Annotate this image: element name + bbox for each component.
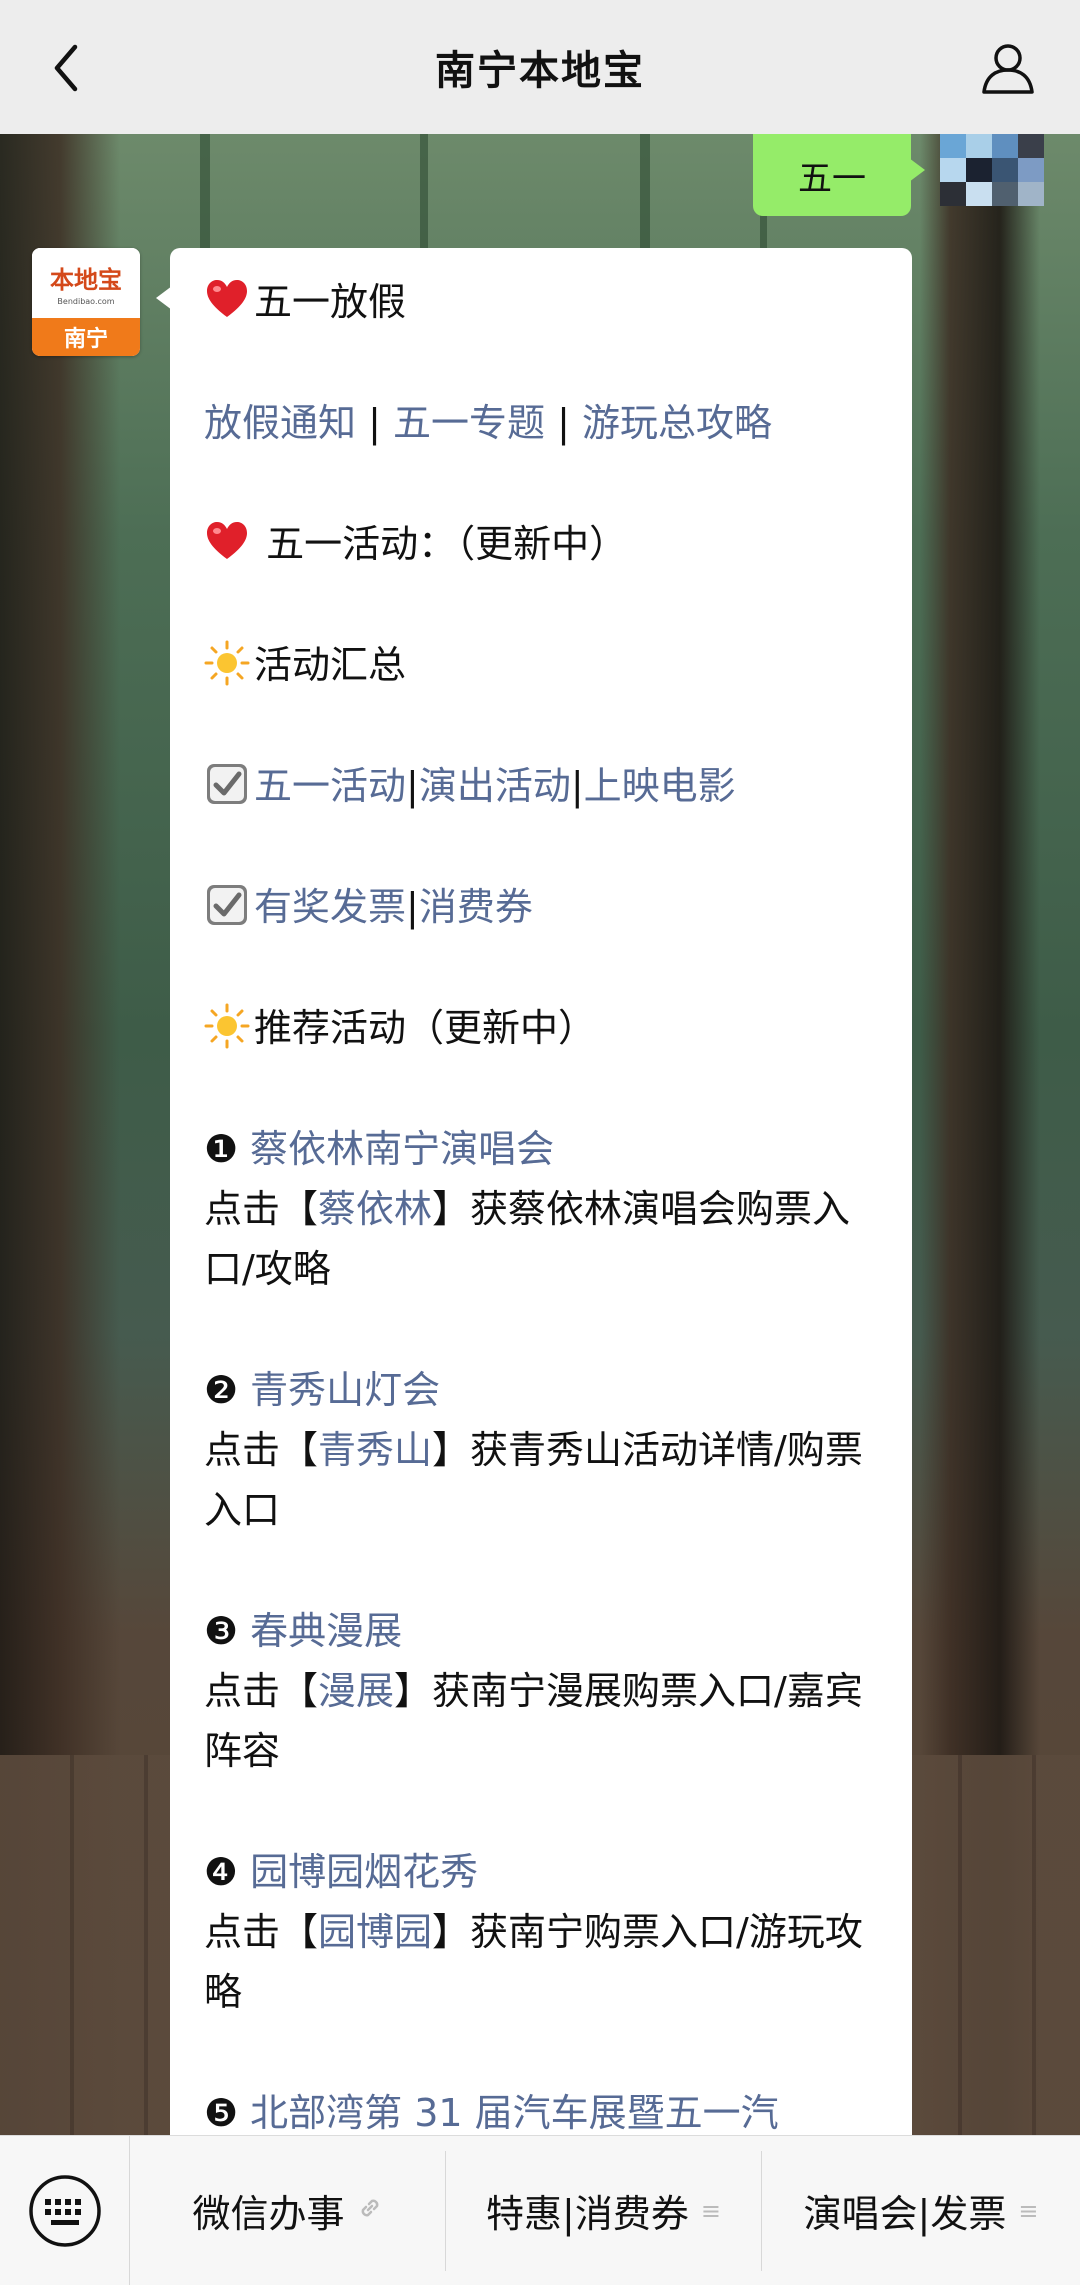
- links-row-1: 放假通知 | 五一专题 | 游玩总攻略: [204, 393, 882, 453]
- outgoing-message-text: 五一: [798, 158, 866, 199]
- sun-icon: [204, 1003, 250, 1049]
- item-number: ❹: [204, 1850, 239, 1894]
- incoming-message-bubble: 五一放假 放假通知 | 五一专题 | 游玩总攻略 五一活动：（更新中） 活动汇总…: [156, 248, 912, 2148]
- separator: |: [406, 764, 419, 808]
- item-title-link[interactable]: 园博园烟花秀: [250, 1850, 478, 1894]
- menu-label: 特惠|消费券: [486, 2192, 689, 2236]
- separator: |: [570, 764, 584, 808]
- item-title-link[interactable]: 春典漫展: [250, 1609, 402, 1653]
- item-keyword-link[interactable]: 蔡依林: [318, 1187, 432, 1231]
- bottom-menu-bar: 微信办事 特惠|消费券 ≡ 演唱会|发票 ≡: [0, 2135, 1080, 2285]
- link-holiday-notice[interactable]: 放假通知: [204, 401, 356, 445]
- item-title-link[interactable]: 蔡依林南宁演唱会: [250, 1127, 554, 1171]
- link-mayday-activities[interactable]: 五一活动: [254, 764, 406, 808]
- separator: |: [368, 401, 381, 445]
- links-row-2: 五一活动|演出活动|上映电影: [204, 756, 882, 816]
- separator: |: [406, 885, 419, 929]
- heading-activities: 五一活动：（更新中）: [204, 514, 882, 574]
- heading-holiday-text: 五一放假: [254, 280, 407, 324]
- links-row-3: 有奖发票|消费券: [204, 877, 882, 937]
- top-navigation-bar: 南宁本地宝: [0, 0, 1080, 134]
- user-avatar[interactable]: [940, 134, 1044, 206]
- heart-icon: [207, 522, 247, 559]
- checkbox-icon: [207, 885, 247, 925]
- list-item-desc: 点击【漫展】获南宁漫展购票入口/嘉宾阵容: [204, 1661, 882, 1781]
- list-item-title: ❺ 北部湾第 31 届汽车展暨五一汽: [204, 2083, 882, 2143]
- item-title-link[interactable]: 北部湾第 31 届汽车展暨五一汽: [250, 2091, 779, 2135]
- item-desc-pre: 点击【: [204, 1910, 319, 1954]
- menu-lines-icon: ≡: [700, 2196, 721, 2225]
- item-desc-pre: 点击【: [204, 1669, 319, 1713]
- item-number: ❺: [204, 2091, 239, 2135]
- section-recommended: 推荐活动（更新中）: [204, 998, 882, 1058]
- menu-wechat-services[interactable]: 微信办事: [130, 2150, 446, 2271]
- checkbox-icon: [207, 764, 247, 804]
- section-summary: 活动汇总: [204, 635, 882, 695]
- item-keyword-link[interactable]: 青秀山: [318, 1428, 432, 1472]
- link-icon: [357, 2195, 383, 2227]
- link-coupons[interactable]: 消费券: [419, 885, 533, 929]
- menu-lines-icon: ≡: [1018, 2196, 1039, 2225]
- menu-deals-coupons[interactable]: 特惠|消费券 ≡: [446, 2150, 762, 2271]
- list-item-desc: 点击【园博园】获南宁购票入口/游玩攻略: [204, 1902, 882, 2022]
- back-arrow-icon[interactable]: [36, 38, 96, 98]
- sun-icon: [204, 640, 250, 686]
- logo-city: 南宁: [32, 318, 140, 356]
- item-keyword-link[interactable]: 园博园: [318, 1910, 432, 1954]
- section-summary-text: 活动汇总: [254, 643, 407, 687]
- logo-text: 本地宝: [50, 265, 122, 294]
- logo-url: Bendibao.com: [57, 297, 115, 306]
- link-prize-invoice[interactable]: 有奖发票: [254, 885, 406, 929]
- bot-avatar[interactable]: 本地宝 Bendibao.com 南宁: [32, 248, 140, 356]
- item-desc-pre: 点击【: [204, 1187, 319, 1231]
- page-title: 南宁本地宝: [435, 48, 645, 94]
- list-item-title: ❹ 园博园烟花秀: [204, 1842, 882, 1902]
- item-number: ❷: [204, 1368, 239, 1412]
- item-keyword-link[interactable]: 漫展: [318, 1669, 394, 1713]
- menu-concerts-invoices[interactable]: 演唱会|发票 ≡: [762, 2151, 1080, 2271]
- section-recommended-text: 推荐活动（更新中）: [254, 1006, 597, 1050]
- item-number: ❸: [204, 1609, 239, 1653]
- list-item-title: ❸ 春典漫展: [204, 1601, 882, 1661]
- list-item-desc: 点击【青秀山】获青秀山活动详情/购票入口: [204, 1420, 882, 1540]
- menu-label: 微信办事: [192, 2192, 345, 2236]
- menu-label: 演唱会|发票: [803, 2192, 1007, 2236]
- outgoing-message-bubble[interactable]: 五一: [753, 134, 925, 216]
- heading-activities-text: 五一活动：（更新中）: [254, 522, 628, 566]
- heart-icon: [207, 280, 247, 317]
- item-title-link[interactable]: 青秀山灯会: [250, 1368, 440, 1412]
- profile-icon[interactable]: [976, 36, 1040, 100]
- item-number: ❶: [204, 1127, 239, 1171]
- heading-holiday: 五一放假: [204, 272, 882, 332]
- keyboard-icon[interactable]: [0, 2135, 130, 2285]
- list-item-title: ❷ 青秀山灯会: [204, 1360, 882, 1420]
- link-travel-guide[interactable]: 游玩总攻略: [582, 401, 772, 445]
- link-mayday-topic[interactable]: 五一专题: [393, 401, 545, 445]
- link-performances[interactable]: 演出活动: [419, 764, 571, 808]
- separator: |: [557, 401, 570, 445]
- link-movies[interactable]: 上映电影: [584, 764, 736, 808]
- list-item-desc: 点击【蔡依林】获蔡依林演唱会购票入口/攻略: [204, 1179, 882, 1299]
- item-desc-pre: 点击【: [204, 1428, 319, 1472]
- list-item-title: ❶ 蔡依林南宁演唱会: [204, 1119, 882, 1179]
